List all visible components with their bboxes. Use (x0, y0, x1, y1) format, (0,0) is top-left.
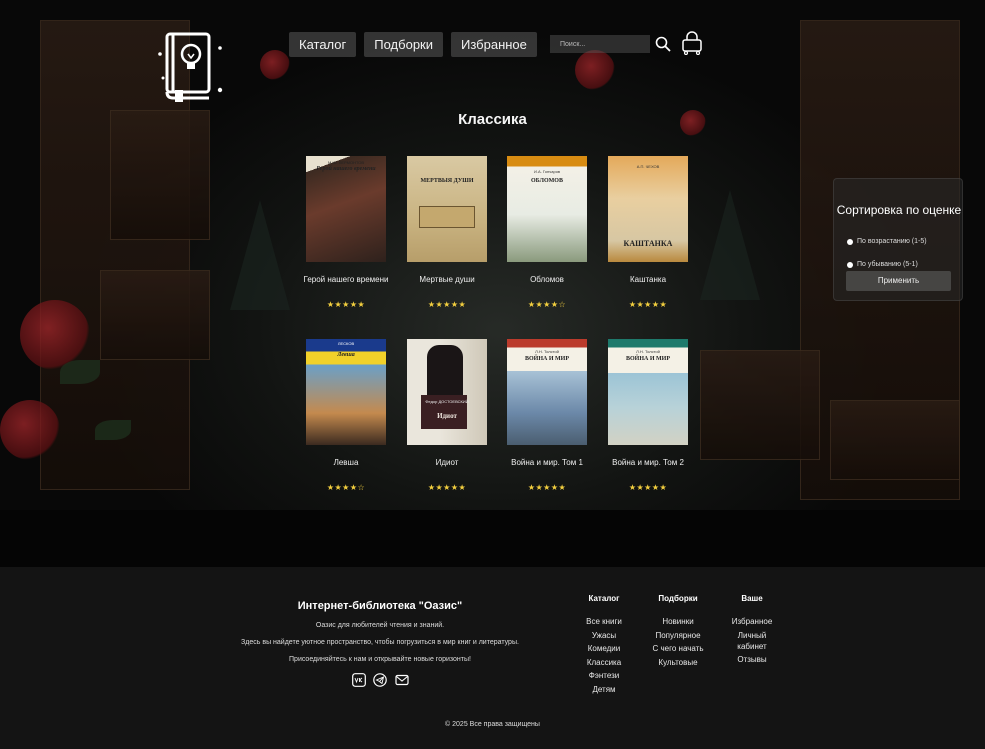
hero-bottom-band (0, 510, 985, 567)
book-title[interactable]: Мертвые души (397, 275, 497, 297)
main-nav: Каталог Подборки Избранное (289, 32, 537, 57)
sort-option-desc[interactable]: По убыванию (5-1) (847, 261, 918, 268)
footer-link[interactable]: Новинки (640, 616, 716, 627)
left-shelf-books (110, 110, 210, 240)
nav-collections[interactable]: Подборки (364, 32, 443, 57)
nav-catalog[interactable]: Каталог (289, 32, 357, 57)
book-title[interactable]: Война и мир. Том 2 (598, 458, 698, 480)
book-title[interactable]: Война и мир. Том 1 (497, 458, 597, 480)
book-cover[interactable]: А.П. ЧЕХОВ КАШТАНКА (608, 156, 688, 262)
book-card[interactable]: Л.Н. Толстой ВОЙНА И МИР Война и мир. То… (598, 339, 698, 492)
nav-favorites[interactable]: Избранное (451, 32, 537, 57)
book-card[interactable]: МЕРТВЫЯ ДУШИ Мертвые души ★★★★★ (397, 156, 497, 309)
footer-text: Присоединяйтесь к нам и открывайте новые… (289, 656, 471, 663)
book-cover[interactable]: ЛЕСКОВ Левша (306, 339, 386, 445)
leaf-decoration (95, 420, 131, 440)
footer-link[interactable]: Фэнтези (574, 670, 634, 681)
footer-text: Оазис для любителей чтения и знаний. (315, 622, 445, 629)
book-cover[interactable]: И.А. Гончаров ОБЛОМОВ (507, 156, 587, 262)
book-card[interactable]: М.Ю. ЛЕРМОНТОВ Герой нашего времени Геро… (296, 156, 396, 309)
book-card[interactable]: А.П. ЧЕХОВ КАШТАНКА Каштанка ★★★★★ (598, 156, 698, 309)
footer-column-collections: Подборки Новинки Популярное С чего начат… (640, 594, 716, 670)
leaf-decoration (60, 360, 100, 384)
rating-stars: ★★★★☆ (527, 300, 567, 309)
book-title[interactable]: Каштанка (598, 275, 698, 297)
book-card[interactable]: ЛЕСКОВ Левша Левша ★★★★☆ (296, 339, 396, 492)
book-card[interactable]: И.А. Гончаров ОБЛОМОВ Обломов ★★★★☆ (497, 156, 597, 309)
tree-silhouette (230, 200, 290, 310)
rating-stars: ★★★★☆ (326, 483, 366, 492)
left-shelf-books-lower (100, 270, 210, 360)
tree-silhouette (700, 190, 760, 300)
footer-link[interactable]: Избранное (722, 616, 782, 627)
footer-title: Интернет-библиотека "Оазис" (297, 600, 463, 612)
book-card[interactable]: Федор ДОСТОЕВСКИЙ Идиот Идиот ★★★★★ (397, 339, 497, 492)
rating-stars: ★★★★★ (326, 300, 366, 309)
cart-icon[interactable] (680, 31, 704, 55)
footer-link[interactable]: Классика (574, 657, 634, 668)
footer-link[interactable]: Популярное (640, 630, 716, 641)
book-cover[interactable]: Л.Н. Толстой ВОЙНА И МИР (608, 339, 688, 445)
rose-decoration (260, 50, 290, 80)
sort-option-asc[interactable]: По возрастанию (1-5) (847, 238, 927, 245)
footer-link[interactable]: Ужасы (574, 630, 634, 641)
rating-stars: ★★★★★ (427, 300, 467, 309)
book-cover[interactable]: МЕРТВЫЯ ДУШИ (407, 156, 487, 262)
book-lightbulb-icon[interactable] (157, 32, 227, 102)
footer-text: Здесь вы найдете уютное пространство, чт… (241, 639, 519, 646)
book-cover[interactable]: М.Ю. ЛЕРМОНТОВ Герой нашего времени (306, 156, 386, 262)
right-book-stack (700, 350, 820, 460)
footer-column-catalog: Каталог Все книги Ужасы Комедии Классика… (574, 594, 634, 697)
book-card[interactable]: Л.Н. Толстой ВОЙНА И МИР Война и мир. То… (497, 339, 597, 492)
telegram-icon[interactable] (373, 673, 387, 687)
rose-decoration (575, 50, 615, 90)
book-title[interactable]: Левша (296, 458, 396, 480)
footer-link[interactable]: Все книги (574, 616, 634, 627)
book-title[interactable]: Обломов (497, 275, 597, 297)
footer: Интернет-библиотека "Оазис" Оазис для лю… (0, 567, 985, 749)
mail-icon[interactable] (395, 673, 409, 687)
vk-icon[interactable] (352, 673, 366, 687)
footer-link[interactable]: Культовые (640, 657, 716, 668)
sort-title: Сортировка по оценке (836, 203, 962, 217)
page-title: Классика (458, 111, 527, 128)
rating-stars: ★★★★★ (427, 483, 467, 492)
rating-stars: ★★★★★ (527, 483, 567, 492)
footer-link[interactable]: Личный кабинет (729, 630, 775, 652)
copyright: © 2025 Все права защищены (445, 721, 540, 728)
sort-panel: Сортировка по оценке По возрастанию (1-5… (833, 178, 963, 301)
footer-link[interactable]: С чего начать (640, 643, 716, 654)
apply-button[interactable]: Применить (846, 271, 951, 291)
radio-button[interactable] (847, 238, 853, 245)
book-cover[interactable]: Федор ДОСТОЕВСКИЙ Идиот (407, 339, 487, 445)
footer-link[interactable]: Детям (574, 684, 634, 695)
search-input[interactable] (550, 35, 650, 53)
footer-link[interactable]: Комедии (574, 643, 634, 654)
footer-link[interactable]: Отзывы (722, 654, 782, 665)
right-book-pile (830, 400, 960, 480)
book-cover[interactable]: Л.Н. Толстой ВОЙНА И МИР (507, 339, 587, 445)
search-icon[interactable] (655, 36, 671, 52)
book-title[interactable]: Идиот (397, 458, 497, 480)
footer-column-yours: Ваше Избранное Личный кабинет Отзывы (722, 594, 782, 668)
radio-button[interactable] (847, 261, 853, 268)
rating-stars: ★★★★★ (628, 300, 668, 309)
rating-stars: ★★★★★ (628, 483, 668, 492)
book-title[interactable]: Герой нашего времени (296, 275, 396, 297)
rose-decoration (0, 400, 60, 460)
